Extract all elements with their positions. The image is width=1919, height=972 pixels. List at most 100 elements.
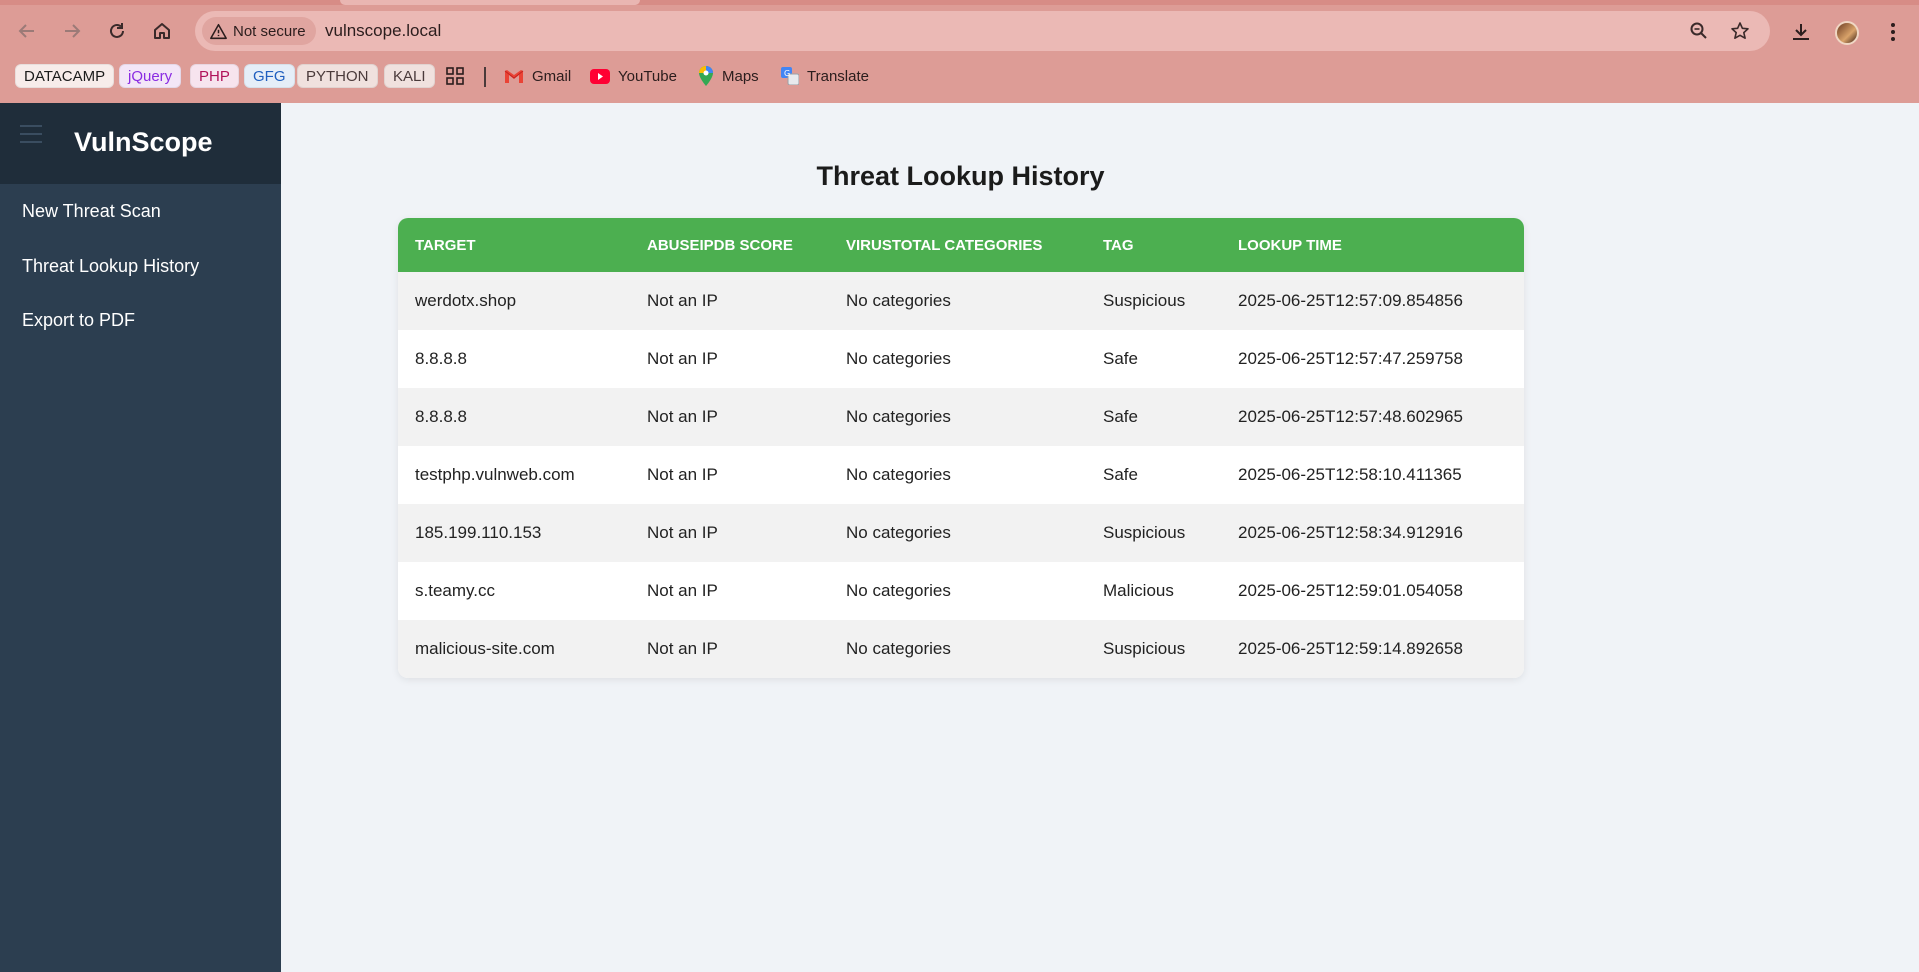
svg-text:G: G [784, 69, 790, 78]
apps-grid-button[interactable] [446, 65, 464, 87]
page-title: Threat Lookup History [816, 161, 1105, 191]
main-content: Threat Lookup History TARGET ABUSEIPDB S… [281, 103, 1919, 972]
bookmark-label: PYTHON [306, 67, 369, 85]
cell-virustotal-categories: No categories [846, 349, 951, 368]
reload-button[interactable] [100, 14, 134, 48]
bookmark-label: KALI [393, 67, 426, 85]
cell-abuseipdb-score: Not an IP [647, 465, 718, 484]
bookmark-python[interactable]: PYTHON [297, 64, 378, 88]
cell-tag: Malicious [1103, 581, 1174, 600]
arrow-right-icon [65, 24, 81, 38]
address-bar[interactable]: Not secure vulnscope.local [195, 11, 1770, 51]
maps-pin-icon [699, 66, 713, 86]
bookmark-translate[interactable]: G Translate [781, 65, 869, 87]
back-button[interactable] [10, 14, 44, 48]
column-header-tag: TAG [1103, 236, 1134, 254]
cell-target: 8.8.8.8 [415, 407, 467, 426]
cell-virustotal-categories: No categories [846, 523, 951, 542]
history-table: TARGET ABUSEIPDB SCORE VIRUSTOTAL CATEGO… [398, 218, 1524, 678]
cell-target: 185.199.110.153 [415, 523, 542, 542]
column-header-target: TARGET [415, 236, 476, 254]
apps-grid-icon [446, 67, 464, 85]
cell-virustotal-categories: No categories [846, 291, 951, 310]
bookmark-kali[interactable]: KALI [384, 64, 435, 88]
bookmark-datacamp[interactable]: DATACAMP [15, 64, 115, 88]
cell-tag: Suspicious [1103, 291, 1186, 310]
cell-virustotal-categories: No categories [846, 407, 951, 426]
browser-toolbar: Not secure vulnscope.local [0, 8, 1919, 54]
bookmark-label: Maps [722, 67, 759, 85]
active-tab[interactable] [340, 0, 640, 5]
bookmark-youtube[interactable]: YouTube [590, 65, 677, 87]
star-icon[interactable] [1728, 19, 1752, 43]
bookmark-label: Gmail [532, 67, 572, 85]
bookmark-jquery[interactable]: jQuery [119, 64, 182, 88]
hamburger-icon[interactable] [20, 125, 42, 143]
sidebar-item-export-pdf[interactable]: Export to PDF [22, 310, 135, 331]
table-row: s.teamy.cc Not an IP No categories Malic… [398, 562, 1524, 620]
cell-tag: Suspicious [1103, 639, 1186, 658]
profile-avatar[interactable] [1835, 21, 1859, 45]
cell-tag: Safe [1103, 349, 1138, 368]
reload-icon [110, 23, 124, 38]
table-row: 8.8.8.8 Not an IP No categories Safe 202… [398, 330, 1524, 388]
table-row: 185.199.110.153 Not an IP No categories … [398, 504, 1524, 562]
menu-dots-icon[interactable] [1879, 18, 1907, 46]
bookmark-maps[interactable]: Maps [698, 65, 759, 87]
cell-lookup-time: 2025-06-25T12:58:34.912916 [1238, 523, 1463, 542]
bookmark-label: PHP [199, 67, 230, 85]
bookmark-gfg[interactable]: GFG [244, 64, 295, 88]
cell-target: testphp.vulnweb.com [415, 465, 575, 484]
home-icon [154, 23, 170, 39]
youtube-icon [590, 68, 610, 84]
url-text[interactable]: vulnscope.local [325, 21, 441, 41]
brand-title: VulnScope [74, 127, 213, 157]
cell-abuseipdb-score: Not an IP [647, 523, 718, 542]
bookmark-label: YouTube [618, 67, 677, 85]
cell-target: malicious-site.com [415, 639, 555, 658]
gmail-icon [504, 69, 524, 83]
table-row: testphp.vulnweb.com Not an IP No categor… [398, 446, 1524, 504]
warning-icon [210, 23, 227, 39]
cell-lookup-time: 2025-06-25T12:57:48.602965 [1238, 407, 1463, 426]
cell-target: 8.8.8.8 [415, 349, 467, 368]
cell-lookup-time: 2025-06-25T12:58:10.411365 [1238, 465, 1462, 484]
home-button[interactable] [145, 14, 179, 48]
cell-lookup-time: 2025-06-25T12:57:47.259758 [1238, 349, 1463, 368]
bookmark-php[interactable]: PHP [190, 64, 239, 88]
table-row: werdotx.shop Not an IP No categories Sus… [398, 272, 1524, 330]
security-chip-label: Not secure [233, 22, 306, 40]
sidebar-item-threat-lookup-history[interactable]: Threat Lookup History [22, 256, 199, 277]
cell-lookup-time: 2025-06-25T12:59:14.892658 [1238, 639, 1463, 658]
zoom-icon[interactable] [1687, 19, 1711, 43]
browser-chrome: Not secure vulnscope.local DATACAMP jQue… [0, 0, 1919, 103]
cell-tag: Safe [1103, 465, 1138, 484]
arrow-left-icon [18, 24, 34, 38]
cell-lookup-time: 2025-06-25T12:59:01.054058 [1238, 581, 1463, 600]
forward-button[interactable] [55, 14, 89, 48]
bookmark-gmail[interactable]: Gmail [504, 65, 571, 87]
cell-virustotal-categories: No categories [846, 465, 951, 484]
cell-target: s.teamy.cc [415, 581, 495, 600]
cell-abuseipdb-score: Not an IP [647, 407, 718, 426]
download-icon[interactable] [1787, 18, 1815, 46]
sidebar-header: VulnScope [0, 103, 281, 184]
column-header-abuseipdb-score: ABUSEIPDB SCORE [647, 236, 793, 254]
bookmark-label: Translate [807, 67, 869, 85]
cell-tag: Safe [1103, 407, 1138, 426]
bookmark-label: GFG [253, 67, 286, 85]
table-row: malicious-site.com Not an IP No categori… [398, 620, 1524, 678]
tab-strip [0, 0, 1919, 5]
cell-abuseipdb-score: Not an IP [647, 581, 718, 600]
bookmark-separator [484, 67, 486, 87]
column-header-virustotal-categories: VIRUSTOTAL CATEGORIES [846, 236, 1043, 254]
table-header-row: TARGET ABUSEIPDB SCORE VIRUSTOTAL CATEGO… [398, 218, 1524, 272]
sidebar-item-new-threat-scan[interactable]: New Threat Scan [22, 201, 161, 222]
cell-target: werdotx.shop [415, 291, 517, 310]
cell-virustotal-categories: No categories [846, 639, 951, 658]
bookmark-label: DATACAMP [24, 67, 106, 85]
cell-tag: Suspicious [1103, 523, 1186, 542]
security-chip[interactable]: Not secure [202, 17, 316, 45]
cell-abuseipdb-score: Not an IP [647, 291, 718, 310]
column-header-lookup-time: LOOKUP TIME [1238, 236, 1342, 254]
